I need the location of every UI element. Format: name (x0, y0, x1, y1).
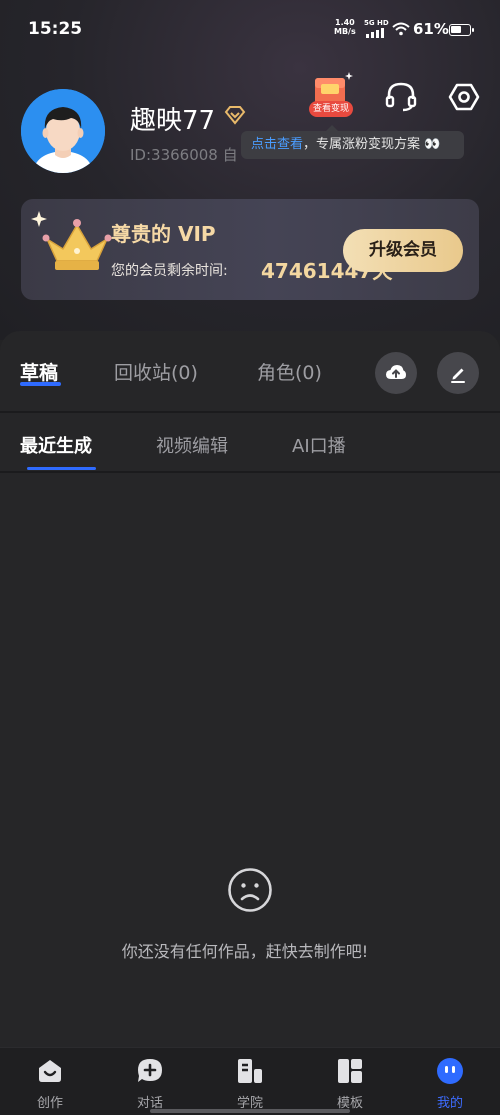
nav-mine[interactable]: 我的 (400, 1048, 500, 1115)
headset-icon[interactable] (384, 81, 418, 113)
avatar-illustration (21, 89, 105, 173)
diamond-icon (224, 106, 246, 125)
promo-tooltip[interactable]: 点击查看，专属涨粉变现方案 👀 (241, 125, 464, 159)
network-speed: 1.40 MB/s (334, 18, 356, 36)
nav-chat[interactable]: 对话 (100, 1048, 200, 1115)
avatar[interactable] (21, 89, 105, 173)
upgrade-vip-button[interactable]: 升级会员 (343, 229, 463, 272)
subtabs-divider (0, 471, 500, 473)
username[interactable]: 趣映77 (130, 100, 215, 137)
subtab-underline (27, 467, 96, 470)
mine-icon (437, 1058, 463, 1084)
vip-card[interactable]: 尊贵的 VIP 您的会员剩余时间: 47461447天 升级会员 (21, 199, 479, 300)
promo-link[interactable]: 点击查看 (251, 137, 303, 152)
vip-title: 尊贵的 VIP (111, 222, 216, 246)
signal-icon (366, 28, 388, 38)
crown-icon (31, 211, 112, 270)
cash-badge[interactable]: 查看变现 (309, 101, 353, 117)
network-speed-unit: MB/s (334, 27, 356, 36)
battery-icon (449, 24, 474, 36)
settings-icon[interactable] (448, 81, 480, 113)
wifi-icon (392, 22, 410, 36)
tab-recycle-bin[interactable]: 回收站(0) (114, 358, 198, 385)
vip-remaining-label: 您的会员剩余时间: (111, 263, 228, 279)
home-indicator (150, 1109, 350, 1113)
nav-academy[interactable]: 学院 (200, 1048, 300, 1115)
create-icon (39, 1060, 61, 1082)
subtab-recent[interactable]: 最近生成 (20, 432, 92, 458)
pencil-icon (451, 368, 465, 383)
status-time: 15:25 (28, 19, 83, 39)
nav-templates[interactable]: 模板 (300, 1048, 400, 1115)
chat-icon (138, 1059, 162, 1082)
tab-drafts[interactable]: 草稿 (20, 358, 58, 385)
academy-icon (238, 1059, 262, 1083)
templates-icon (338, 1059, 362, 1083)
nav-mine-label: 我的 (436, 1096, 463, 1111)
status-bar: 15:25 1.40 MB/s 5G HD 61% (0, 0, 500, 58)
nav-create-label: 创作 (36, 1096, 63, 1111)
subtab-video-edit[interactable]: 视频编辑 (156, 432, 228, 458)
battery-percent: 61% (413, 20, 449, 38)
bottom-nav: 创作 对话 学院 模板 我的 (0, 1047, 500, 1115)
edit-button[interactable] (437, 352, 479, 394)
network-speed-value: 1.40 (335, 18, 355, 27)
tab-roles[interactable]: 角色(0) (257, 358, 322, 385)
network-type: 5G HD (364, 19, 389, 27)
user-id: ID:3366008 自 (130, 146, 238, 164)
tab-drafts-underline (20, 382, 61, 386)
sad-face-icon (228, 868, 272, 912)
subtab-ai-voice[interactable]: AI口播 (292, 432, 346, 458)
promo-text: ，专属涨粉变现方案 👀 (303, 137, 441, 152)
empty-state-message: 你还没有任何作品，赶快去制作吧! (121, 942, 369, 961)
cloud-upload-icon (386, 365, 406, 379)
battery-fill (451, 26, 461, 33)
cloud-upload-button[interactable] (375, 352, 417, 394)
tabs-divider (0, 411, 500, 413)
nav-create[interactable]: 创作 (0, 1048, 100, 1115)
